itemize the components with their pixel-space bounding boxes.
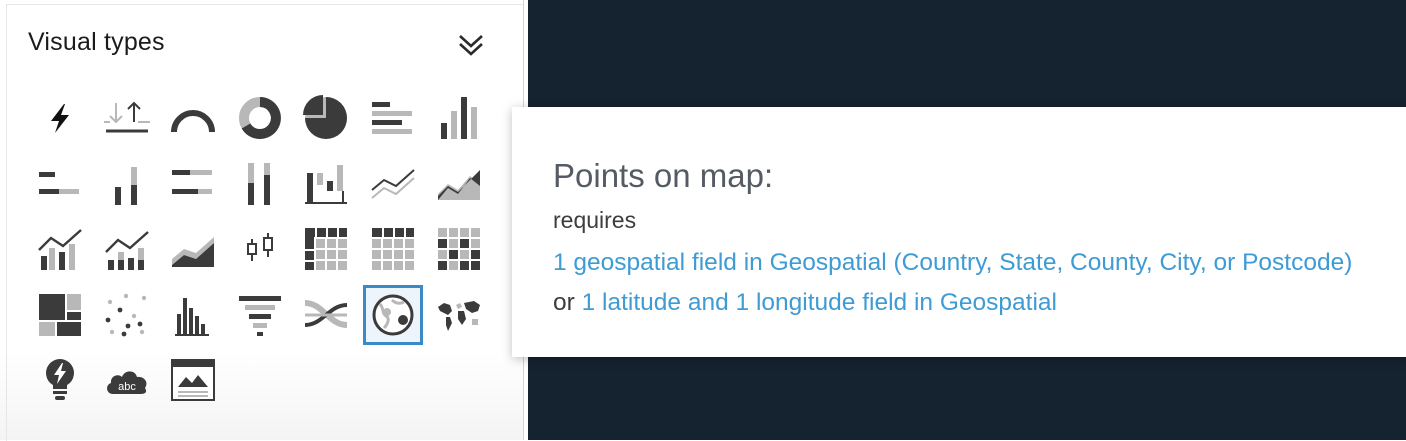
double-chevron-down-icon (459, 35, 483, 56)
visual-type-insight[interactable] (30, 350, 90, 410)
gauge-icon (171, 110, 215, 133)
visual-type-sankey[interactable] (296, 285, 356, 345)
visual-type-stacked-area[interactable] (163, 219, 223, 279)
visual-types-panel: Visual types abc (0, 0, 524, 441)
bar-line-combo-icon (38, 229, 82, 270)
visual-type-horizontal-stacked-bar[interactable] (30, 154, 90, 214)
visual-type-box-plot[interactable] (230, 219, 290, 279)
lightning-bolt-icon (51, 104, 69, 133)
heat-map-icon (438, 228, 480, 270)
area-chart-icon (438, 169, 480, 200)
scatter-plot-icon (105, 293, 146, 336)
visual-type-horizontal-bar[interactable] (363, 88, 423, 148)
visual-type-filled-map[interactable] (429, 285, 489, 345)
visual-type-heat-map[interactable] (429, 219, 489, 279)
visual-type-vertical-stacked-bar[interactable] (97, 154, 157, 214)
visual-type-pie[interactable] (296, 88, 356, 148)
points-on-map-icon (372, 294, 413, 335)
requirement-geospatial-field[interactable]: 1 geospatial field in Geospatial (Countr… (553, 249, 1352, 276)
visual-type-waterfall[interactable] (296, 154, 356, 214)
visual-type-clustered-bar-combo[interactable] (30, 219, 90, 279)
visual-type-gauge[interactable] (163, 88, 223, 148)
collapse-button[interactable] (454, 30, 488, 60)
visual-type-stacked-bar-combo[interactable] (97, 219, 157, 279)
world-map-icon (438, 300, 480, 331)
visual-type-area-line[interactable] (429, 154, 489, 214)
tooltip-title: Points on map: (553, 157, 774, 194)
kpi-arrows-icon (103, 101, 150, 133)
horizontal-stacked-bar-icon (39, 171, 79, 194)
visual-type-donut[interactable] (230, 88, 290, 148)
visual-type-custom-content[interactable] (163, 350, 223, 410)
pivot-table-icon (305, 228, 347, 270)
visual-type-histogram[interactable] (163, 285, 223, 345)
visual-type-tooltip: Points on map: requires 1 geospatial fie… (512, 107, 1406, 357)
visual-type-vertical-stacked-100-bar[interactable] (230, 154, 290, 214)
visual-type-points-on-map[interactable] (362, 284, 423, 345)
visual-type-pivot-table[interactable] (296, 219, 356, 279)
tooltip-requires-label: requires (553, 207, 637, 233)
visual-type-line[interactable] (363, 154, 423, 214)
pie-icon (303, 95, 347, 139)
box-plot-icon (246, 233, 273, 261)
word-cloud-icon: abc (106, 371, 146, 394)
stacked-bar-line-combo-icon (104, 231, 149, 270)
visual-type-horizontal-stacked-100-bar[interactable] (163, 154, 223, 214)
visual-type-scatter-plot[interactable] (97, 285, 157, 345)
stacked-area-icon (172, 237, 214, 267)
visual-type-funnel[interactable] (230, 285, 290, 345)
vertical-stacked-bar-icon (114, 166, 137, 205)
waterfall-icon (305, 164, 347, 204)
visual-type-table[interactable] (363, 219, 423, 279)
funnel-icon (238, 295, 281, 336)
visual-type-tree-map[interactable] (30, 285, 90, 345)
word-cloud-label: abc (118, 381, 136, 393)
visual-type-autograph[interactable] (30, 88, 90, 148)
vertical-bar-icon (441, 97, 477, 139)
requirement-lat-long-field[interactable]: 1 latitude and 1 longitude field in Geos… (582, 289, 1057, 316)
requirement-or: or (553, 289, 582, 316)
panel-title: Visual types (28, 28, 165, 56)
visual-type-word-cloud[interactable]: abc (97, 350, 157, 410)
visual-types-grid: abc (30, 88, 496, 416)
donut-icon (238, 97, 281, 139)
vertical-stacked-100-bar-icon (247, 162, 270, 205)
horizontal-bar-icon (371, 102, 412, 134)
lightbulb-icon (46, 359, 74, 400)
tooltip-requirements: 1 geospatial field in Geospatial (Countr… (553, 243, 1373, 323)
sankey-icon (304, 299, 348, 328)
histogram-icon (175, 297, 209, 336)
line-chart-icon (370, 168, 415, 199)
table-icon (371, 228, 414, 270)
horizontal-stacked-100-bar-icon (172, 169, 212, 194)
visual-type-vertical-bar[interactable] (429, 88, 489, 148)
visual-type-kpi[interactable] (97, 88, 157, 148)
custom-content-icon (171, 359, 215, 401)
tree-map-icon (39, 293, 81, 336)
